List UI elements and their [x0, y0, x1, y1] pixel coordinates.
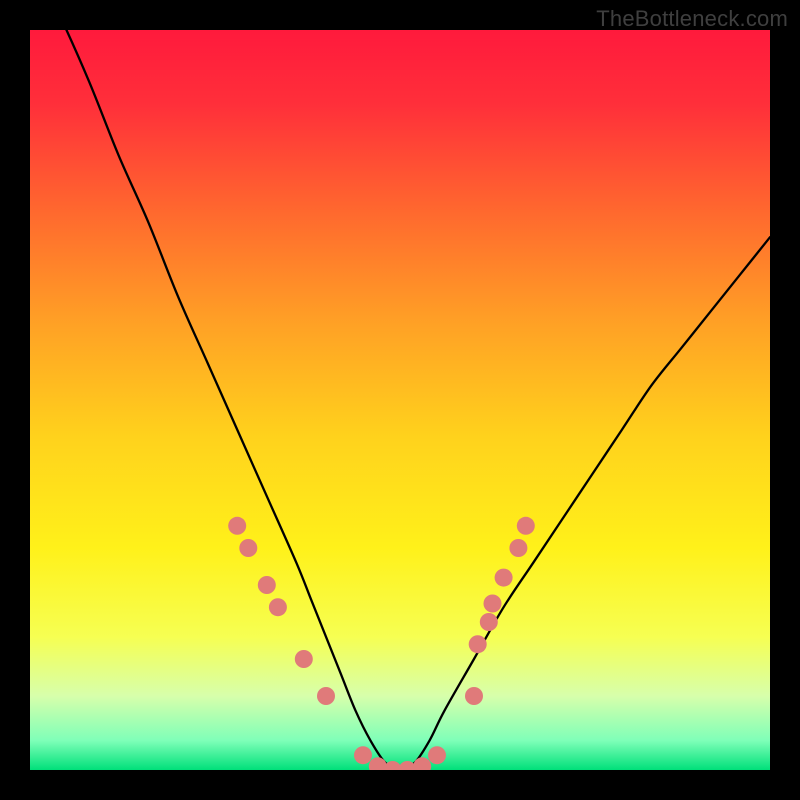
highlight-dot [228, 517, 246, 535]
chart-frame: TheBottleneck.com [0, 0, 800, 800]
highlight-dot [354, 746, 372, 764]
gradient-background [30, 30, 770, 770]
bottleneck-chart [30, 30, 770, 770]
highlight-dot [495, 569, 513, 587]
highlight-dot [469, 635, 487, 653]
highlight-dot [484, 595, 502, 613]
highlight-dot [480, 613, 498, 631]
watermark-text: TheBottleneck.com [596, 6, 788, 32]
highlight-dot [428, 746, 446, 764]
plot-area [30, 30, 770, 770]
highlight-dot [509, 539, 527, 557]
highlight-dot [258, 576, 276, 594]
highlight-dot [317, 687, 335, 705]
highlight-dot [295, 650, 313, 668]
highlight-dot [269, 598, 287, 616]
highlight-dot [517, 517, 535, 535]
highlight-dot [239, 539, 257, 557]
highlight-dot [465, 687, 483, 705]
